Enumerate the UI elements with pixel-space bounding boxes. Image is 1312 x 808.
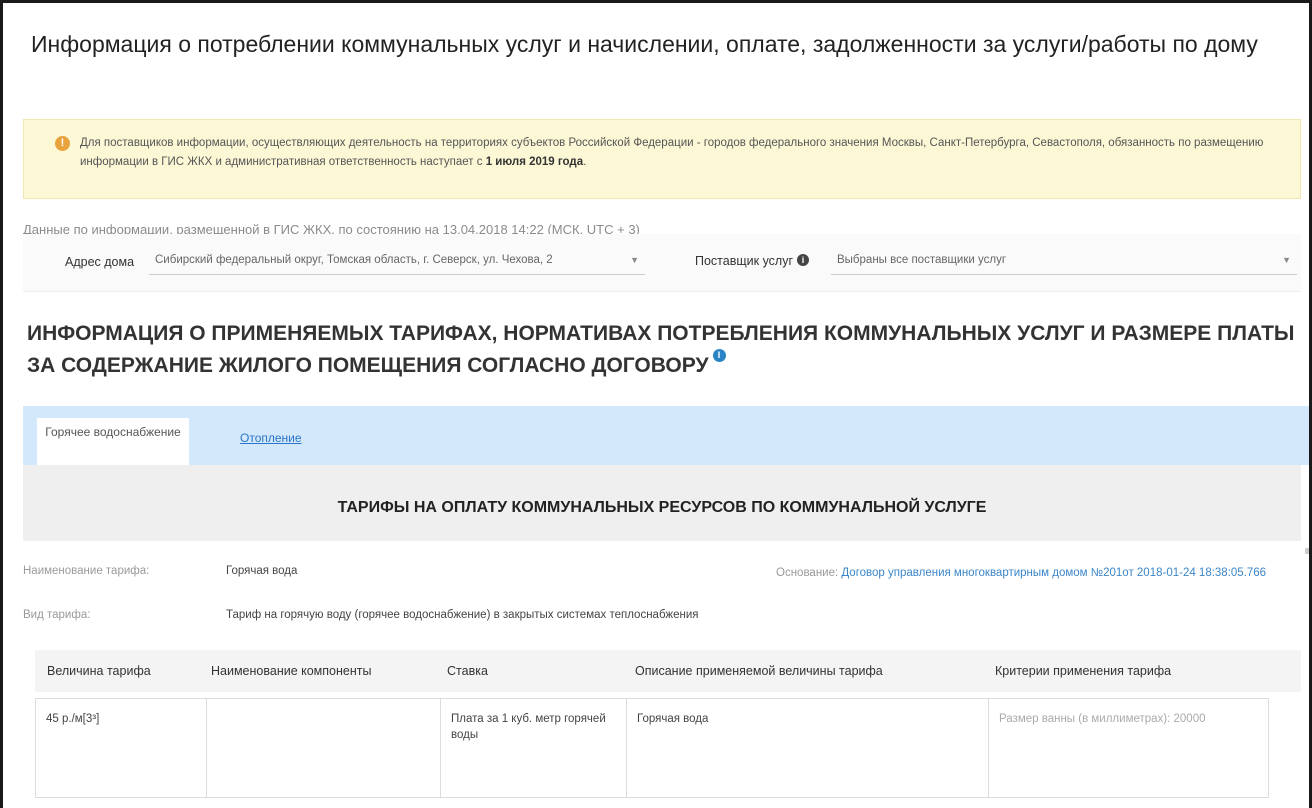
tariff-name-label: Наименование тарифа: [23,565,150,577]
tariff-heading: ТАРИФЫ НА ОПЛАТУ КОММУНАЛЬНЫХ РЕСУРСОВ П… [337,499,987,516]
supplier-select[interactable]: Выбраны все поставщики услуг ▼ [831,245,1297,275]
page-frame: Информация о потреблении коммунальных ус… [0,0,1312,808]
notice-banner: ! Для поставщиков информации, осуществля… [23,119,1301,199]
tariff-heading-band: ТАРИФЫ НА ОПЛАТУ КОММУНАЛЬНЫХ РЕСУРСОВ П… [23,465,1301,541]
notice-text: Для поставщиков информации, осуществляющ… [80,134,1280,172]
warning-circle-icon: ! [55,136,70,151]
notice-text-part1: Для поставщиков информации, осуществляющ… [80,137,1264,168]
tab-heating[interactable]: Отопление [240,431,302,445]
tariff-basis-link[interactable]: Договор управления многоквартирным домом… [841,567,1266,579]
supplier-label-text: Поставщик услуг [695,254,794,268]
table-cell: 45 р./м[3³] [46,713,100,725]
tariff-type-value: Тариф на горячую воду (горячее водоснабж… [226,609,699,621]
tariff-type-label: Вид тарифа: [23,609,91,621]
address-select[interactable]: Сибирский федеральный округ, Томская обл… [149,245,645,275]
chevron-down-icon: ▼ [1282,255,1291,265]
supplier-label: Поставщик услуг i [695,254,810,268]
tariff-basis-label: Основание: [776,567,839,579]
tariff-basis: Основание: Договор управления многокварт… [776,565,1276,582]
column-header: Критерии применения тарифа [995,664,1172,678]
table-row: 45 р./м[3³] Плата за 1 куб. метр горячей… [35,698,1269,798]
column-header: Наименование компоненты [211,664,372,678]
page-title: Информация о потреблении коммунальных ус… [31,31,1258,57]
tariff-table-header: Величина тарифа Наименование компоненты … [35,650,1301,692]
tariff-name-value: Горячая вода [226,565,298,577]
column-header: Величина тарифа [47,664,151,678]
tab-hot-water[interactable]: Горячее водоснабжение [37,418,189,465]
service-tabs: Горячее водоснабжение Отопление [23,406,1309,465]
scrollbar-thumb[interactable] [1305,548,1309,554]
column-header: Описание применяемой величины тарифа [635,664,883,678]
column-header: Ставка [447,664,488,678]
table-cell: Размер ванны (в миллиметрах): 20000 [988,699,1268,797]
info-icon[interactable]: i [712,349,726,362]
table-cell [206,699,440,797]
supplier-select-value: Выбраны все поставщики услуг [837,254,1007,266]
address-select-value: Сибирский федеральный округ, Томская обл… [155,254,553,266]
chevron-down-icon: ▼ [630,255,639,265]
address-label: Адрес дома [65,255,135,269]
notice-text-date: 1 июля 2019 года [485,156,584,168]
section-title: ИНФОРМАЦИЯ О ПРИМЕНЯЕМЫХ ТАРИФАХ, НОРМАТ… [27,319,1307,381]
notice-text-part2: . [583,156,587,168]
info-icon[interactable]: i [797,254,810,266]
filters-panel: Адрес дома Сибирский федеральный округ, … [23,234,1301,292]
table-cell: Плата за 1 куб. метр горячей воды [440,699,626,797]
table-cell: Горячая вода [626,699,988,797]
section-title-text: ИНФОРМАЦИЯ О ПРИМЕНЯЕМЫХ ТАРИФАХ, НОРМАТ… [27,322,1295,377]
